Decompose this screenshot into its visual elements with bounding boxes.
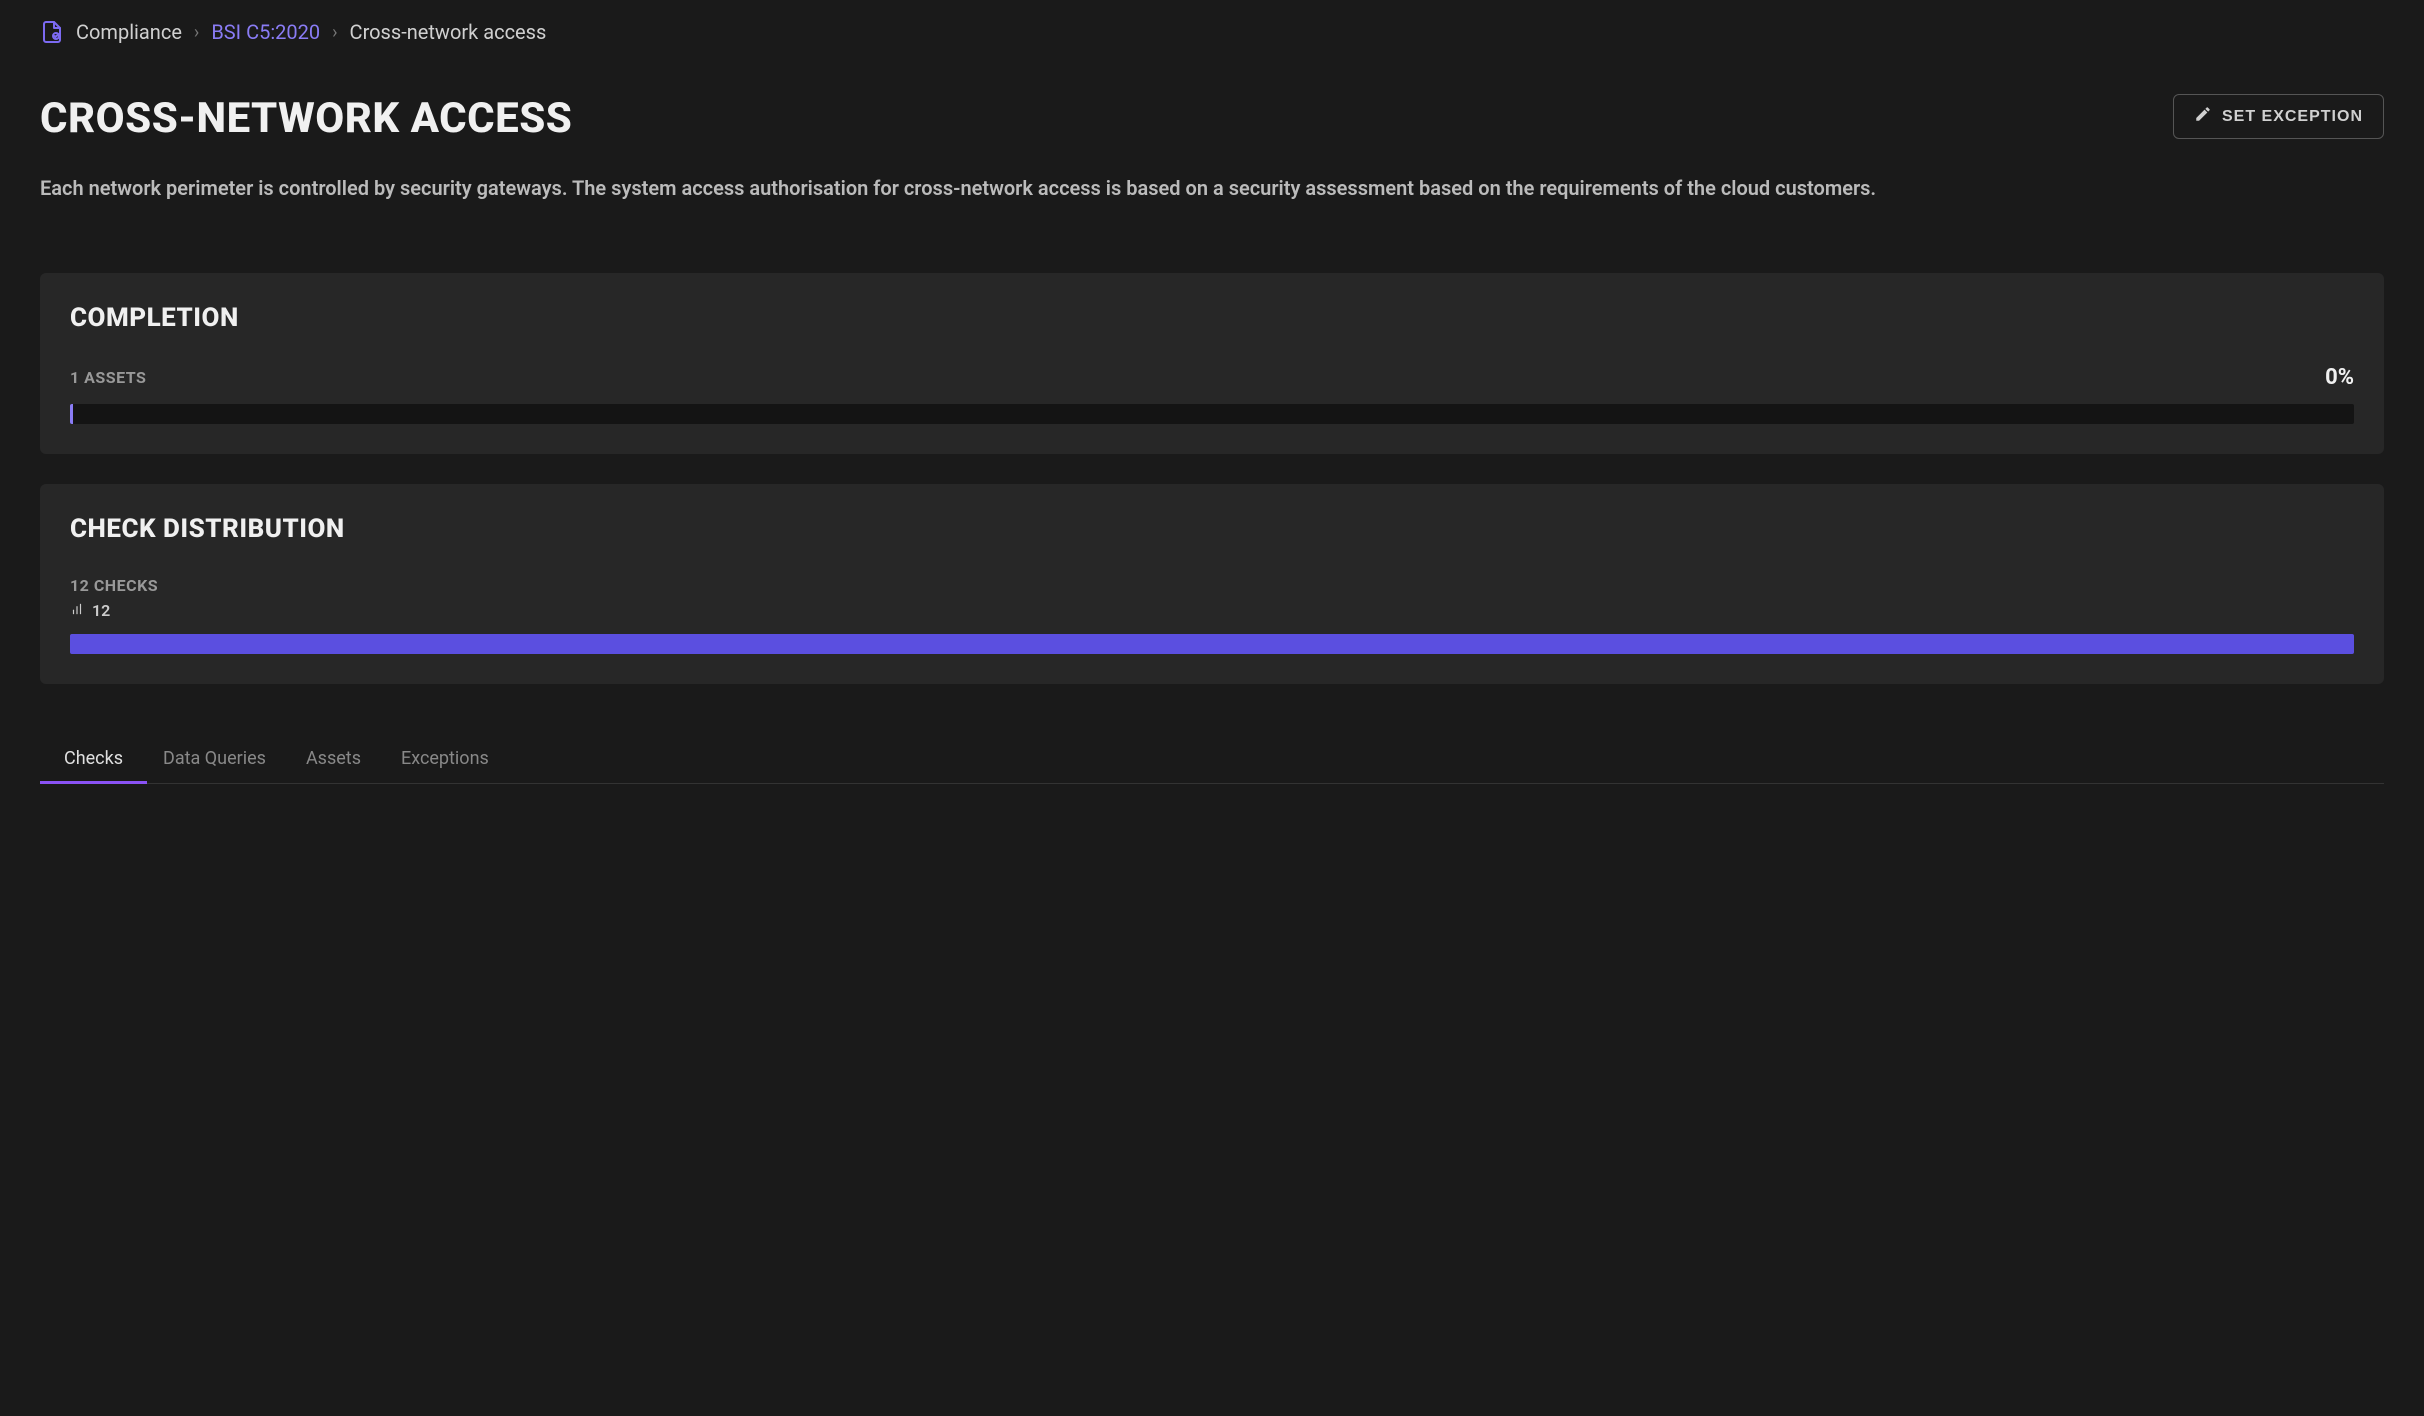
completion-summary-row: 1 ASSETS 0% — [70, 365, 2354, 390]
distribution-count-row: 12 — [70, 601, 2354, 620]
completion-progress-bar — [70, 404, 2354, 424]
breadcrumb-root[interactable]: Compliance — [76, 20, 182, 44]
set-exception-button[interactable]: SET EXCEPTION — [2173, 94, 2384, 139]
breadcrumb-framework[interactable]: BSI C5:2020 — [211, 20, 320, 44]
completion-progress-fill — [70, 404, 73, 424]
distribution-progress-bar — [70, 634, 2354, 654]
bar-chart-icon — [70, 601, 84, 620]
chevron-right-icon: › — [194, 22, 199, 43]
completion-percent: 0% — [2325, 365, 2354, 390]
chevron-right-icon: › — [332, 22, 337, 43]
distribution-progress-fill — [70, 634, 2354, 654]
pencil-icon — [2194, 105, 2212, 128]
compliance-doc-icon — [40, 20, 64, 44]
tab-exceptions[interactable]: Exceptions — [401, 734, 489, 783]
set-exception-label: SET EXCEPTION — [2222, 108, 2363, 126]
completion-assets-label: 1 ASSETS — [70, 368, 146, 387]
completion-card: COMPLETION 1 ASSETS 0% — [40, 273, 2384, 454]
tabs-container: Checks Data Queries Assets Exceptions — [40, 734, 2384, 784]
distribution-title: CHECK DISTRIBUTION — [70, 514, 2354, 544]
distribution-checks-label: 12 CHECKS — [70, 576, 2354, 595]
tab-data-queries[interactable]: Data Queries — [163, 734, 266, 783]
page-title: CROSS-NETWORK ACCESS — [40, 94, 572, 143]
distribution-count: 12 — [92, 601, 110, 620]
tab-checks[interactable]: Checks — [64, 734, 123, 783]
completion-title: COMPLETION — [70, 303, 2354, 333]
check-distribution-card: CHECK DISTRIBUTION 12 CHECKS 12 — [40, 484, 2384, 684]
page-description: Each network perimeter is controlled by … — [40, 173, 2267, 203]
breadcrumb-current: Cross-network access — [350, 20, 547, 44]
page-header: CROSS-NETWORK ACCESS SET EXCEPTION — [40, 94, 2384, 143]
breadcrumb: Compliance › BSI C5:2020 › Cross-network… — [40, 20, 2384, 44]
tab-assets[interactable]: Assets — [306, 734, 361, 783]
